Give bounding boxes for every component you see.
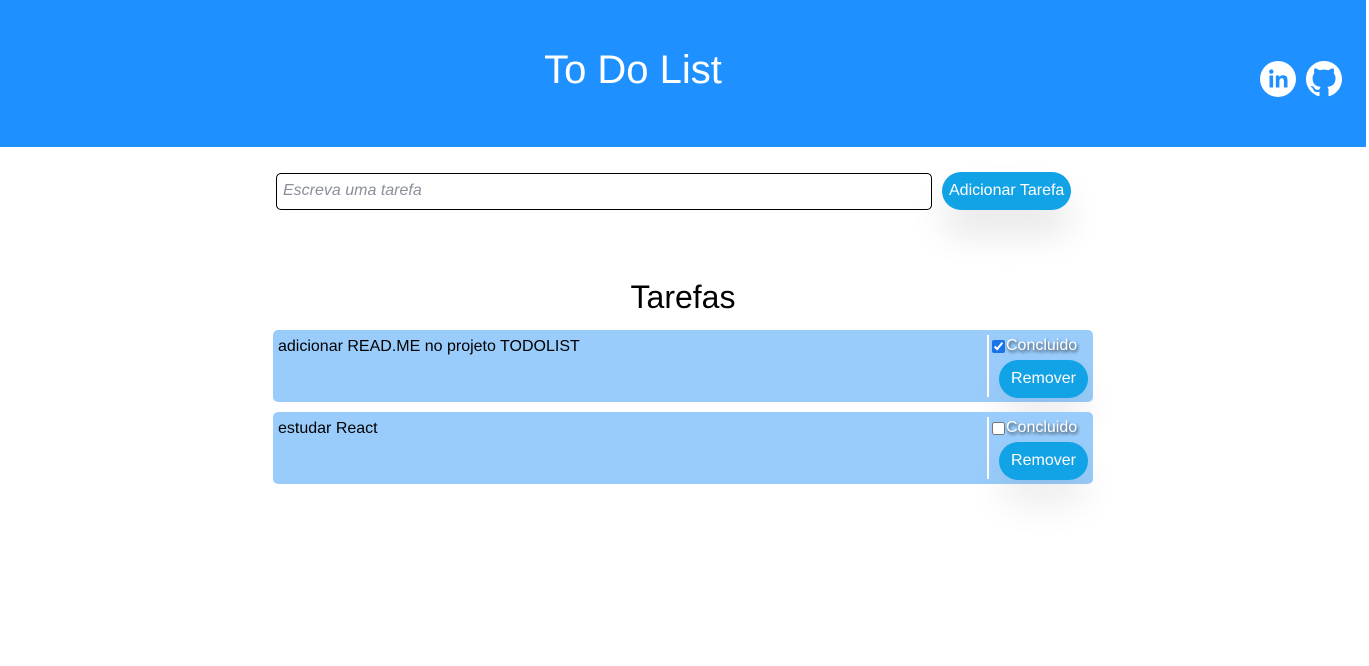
- task-controls: Concluido Remover: [992, 419, 1088, 480]
- done-label[interactable]: Concluido: [1006, 419, 1077, 437]
- task-text: adicionar READ.ME no projeto TODOLIST: [278, 338, 580, 355]
- task-text: estudar React: [278, 420, 378, 437]
- done-label[interactable]: Concluido: [1006, 337, 1077, 355]
- social-links: [1260, 61, 1342, 97]
- task-controls: Concluido Remover: [992, 337, 1088, 398]
- task-divider: [987, 417, 989, 479]
- done-toggle[interactable]: Concluido: [992, 337, 1088, 355]
- github-icon: [1306, 61, 1342, 97]
- task-divider: [987, 335, 989, 397]
- linkedin-link[interactable]: [1260, 61, 1296, 97]
- tasks-title: Tarefas: [630, 279, 736, 315]
- add-task-button[interactable]: Adicionar Tarefa: [942, 172, 1072, 210]
- github-link[interactable]: [1306, 61, 1342, 97]
- done-checkbox[interactable]: [992, 339, 1005, 353]
- page-title: To Do List: [544, 48, 722, 92]
- task-item: estudar React Concluido Remover: [273, 412, 1093, 484]
- remove-button[interactable]: Remover: [999, 442, 1088, 480]
- remove-button[interactable]: Remover: [999, 360, 1088, 398]
- task-input[interactable]: [276, 172, 932, 210]
- task-item: adicionar READ.ME no projeto TODOLIST Co…: [273, 330, 1093, 402]
- done-toggle[interactable]: Concluido: [992, 419, 1088, 437]
- linkedin-icon: [1260, 61, 1296, 97]
- app-header: To Do List: [0, 0, 1366, 147]
- add-task-form: Adicionar Tarefa: [276, 172, 1072, 210]
- done-checkbox[interactable]: [992, 421, 1005, 435]
- task-list: adicionar READ.ME no projeto TODOLIST Co…: [273, 330, 1093, 494]
